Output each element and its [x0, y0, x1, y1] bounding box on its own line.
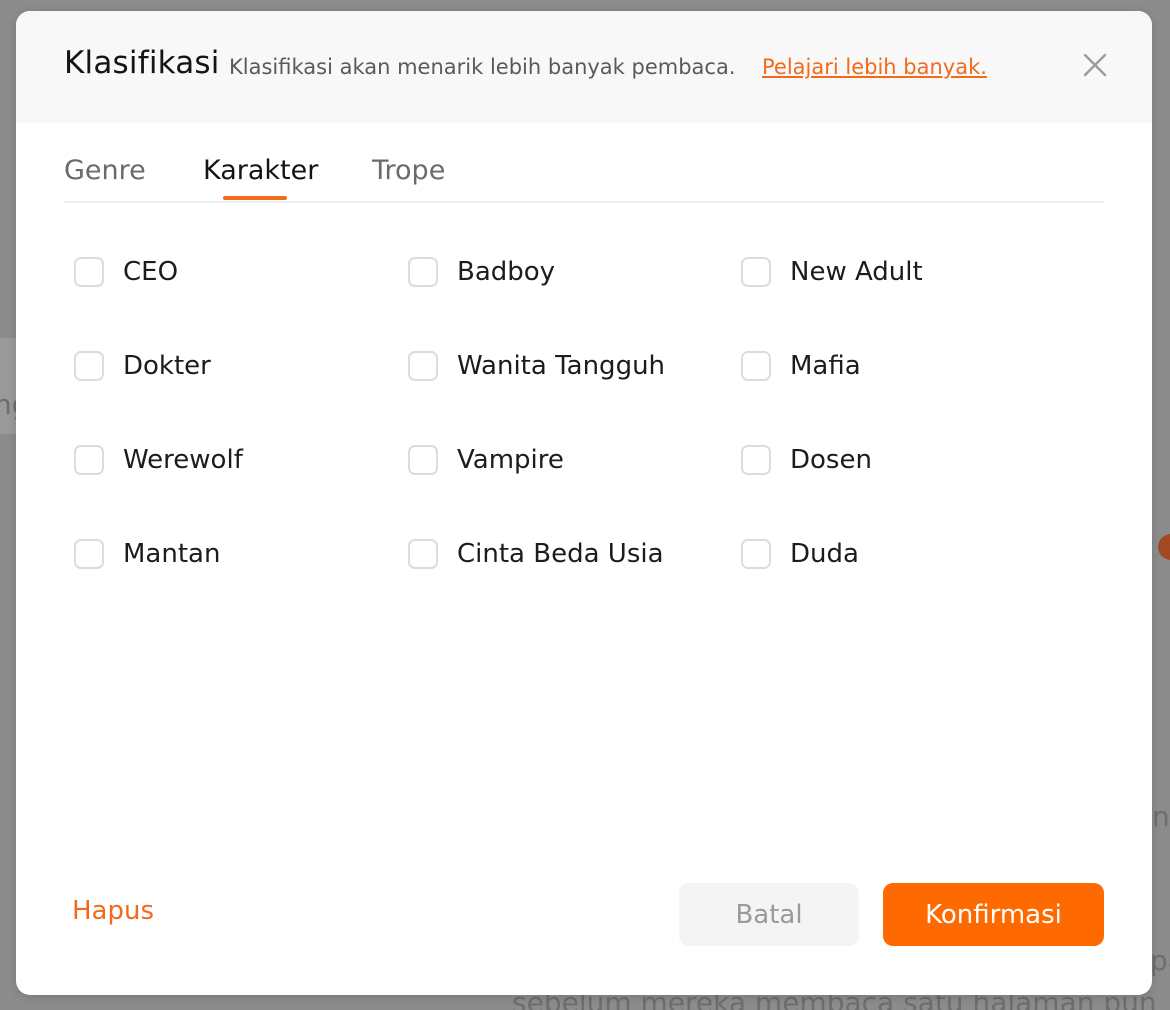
classification-dialog: Klasifikasi Klasifikasi akan menarik leb… [16, 11, 1152, 995]
checkbox[interactable] [741, 351, 771, 381]
close-button[interactable] [1080, 50, 1110, 80]
cancel-button[interactable]: Batal [679, 883, 859, 946]
active-tab-indicator [223, 196, 287, 200]
tab-genre[interactable]: Genre [64, 155, 146, 186]
option-werewolf[interactable]: Werewolf [74, 445, 243, 475]
option-label: Duda [790, 539, 859, 569]
checkbox[interactable] [408, 351, 438, 381]
option-label: Mafia [790, 351, 861, 381]
option-mafia[interactable]: Mafia [741, 351, 861, 381]
checkbox[interactable] [741, 539, 771, 569]
option-wanita-tangguh[interactable]: Wanita Tangguh [408, 351, 665, 381]
option-new-adult[interactable]: New Adult [741, 257, 923, 287]
clear-button[interactable]: Hapus [72, 896, 154, 926]
option-label: New Adult [790, 257, 923, 287]
background-text: pa [1150, 944, 1170, 977]
option-mantan[interactable]: Mantan [74, 539, 220, 569]
checkbox[interactable] [408, 539, 438, 569]
checkbox[interactable] [74, 445, 104, 475]
dialog-subtitle: Klasifikasi akan menarik lebih banyak pe… [229, 55, 736, 79]
checkbox[interactable] [408, 257, 438, 287]
confirm-button[interactable]: Konfirmasi [883, 883, 1104, 946]
option-label: Mantan [123, 539, 221, 569]
option-label: Dokter [123, 351, 211, 381]
checkbox[interactable] [741, 445, 771, 475]
dialog-header: Klasifikasi Klasifikasi akan menarik leb… [16, 11, 1152, 123]
tab-trope[interactable]: Trope [372, 155, 445, 186]
option-label: Dosen [790, 445, 872, 475]
background-text: n [1152, 800, 1170, 833]
option-label: Cinta Beda Usia [457, 539, 664, 569]
option-label: Wanita Tangguh [457, 351, 666, 381]
option-duda[interactable]: Duda [741, 539, 859, 569]
option-dosen[interactable]: Dosen [741, 445, 872, 475]
tab-karakter[interactable]: Karakter [203, 155, 318, 186]
option-label: Vampire [457, 445, 564, 475]
option-vampire[interactable]: Vampire [408, 445, 564, 475]
dialog-title: Klasifikasi [64, 45, 220, 81]
option-label: CEO [123, 257, 179, 287]
checkbox[interactable] [74, 351, 104, 381]
learn-more-link[interactable]: Pelajari lebih banyak. [762, 55, 987, 79]
checkbox[interactable] [741, 257, 771, 287]
checkbox[interactable] [74, 539, 104, 569]
tab-bar: Genre Karakter Trope [64, 123, 1104, 203]
close-icon [1083, 53, 1107, 77]
option-badboy[interactable]: Badboy [408, 257, 555, 287]
option-ceo[interactable]: CEO [74, 257, 178, 287]
option-dokter[interactable]: Dokter [74, 351, 211, 381]
option-label: Badboy [457, 257, 556, 287]
checkbox[interactable] [74, 257, 104, 287]
option-label: Werewolf [123, 445, 243, 475]
option-cinta-beda-usia[interactable]: Cinta Beda Usia [408, 539, 664, 569]
background-badge [1158, 534, 1170, 560]
checkbox[interactable] [408, 445, 438, 475]
